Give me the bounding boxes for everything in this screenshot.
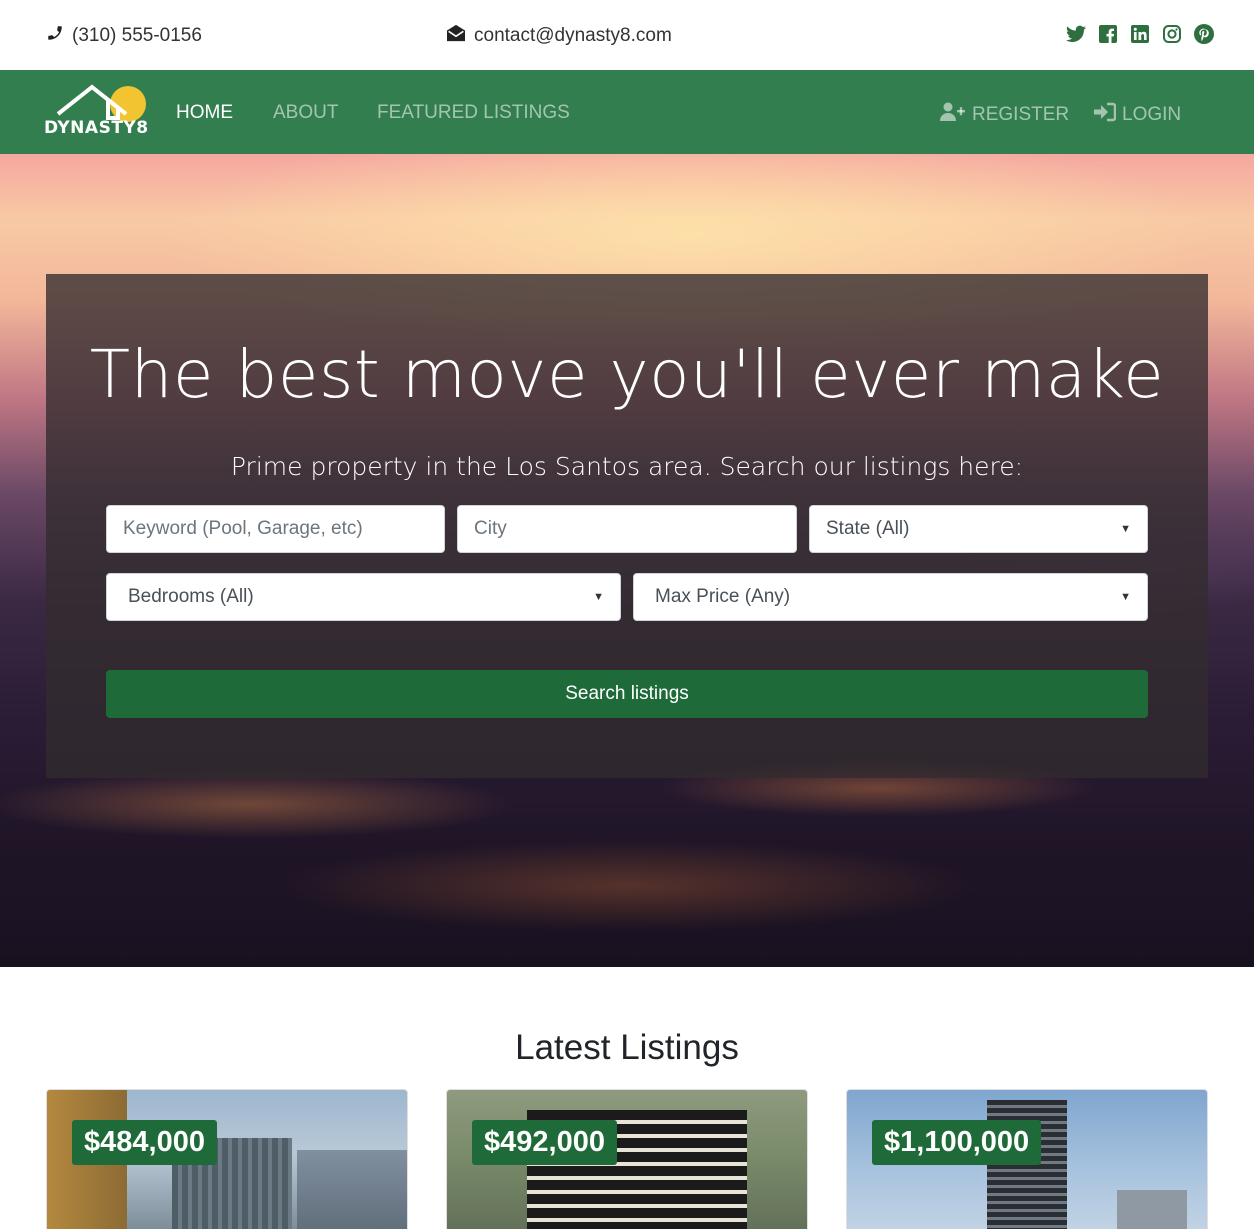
- brand-logo[interactable]: DYNASTY8: [44, 84, 148, 142]
- listing-card[interactable]: $1,100,000: [846, 1089, 1208, 1229]
- city-input[interactable]: City: [457, 505, 797, 553]
- contact-phone: (310) 555-0156: [46, 24, 202, 48]
- listing-price-badge: $1,100,000: [872, 1120, 1042, 1165]
- listing-price-badge: $484,000: [72, 1120, 217, 1165]
- pinterest-icon[interactable]: [1194, 24, 1214, 44]
- max-price-select[interactable]: Max Price (Any) ▼: [633, 573, 1148, 621]
- hero-title: The best move you'll ever make: [89, 336, 1165, 413]
- keyword-placeholder: Keyword (Pool, Garage, etc): [123, 518, 363, 539]
- main-navbar: DYNASTY8 Home About Featured Listings Re…: [0, 70, 1254, 154]
- caret-down-icon: ▼: [1120, 523, 1131, 535]
- city-placeholder: City: [474, 518, 507, 539]
- state-select[interactable]: State (All) ▼: [809, 505, 1148, 553]
- listing-price-badge: $492,000: [472, 1120, 617, 1165]
- nav-register[interactable]: Register: [940, 102, 1069, 128]
- listing-photo-mountain: [297, 1150, 407, 1229]
- latest-listings-heading: Latest Listings: [515, 1028, 739, 1067]
- register-label: Register: [972, 104, 1070, 125]
- instagram-icon[interactable]: [1162, 24, 1182, 44]
- listing-photo-building: [1117, 1190, 1187, 1229]
- envelope-open-icon: [446, 24, 466, 48]
- nav-featured-listings[interactable]: Featured Listings: [377, 102, 570, 124]
- linkedin-icon[interactable]: [1130, 24, 1150, 44]
- contact-bar: (310) 555-0156 contact@dynasty8.com: [0, 0, 1254, 70]
- bedrooms-select[interactable]: Bedrooms (All) ▼: [106, 573, 621, 621]
- twitter-icon[interactable]: [1066, 24, 1086, 44]
- sign-in-icon: [1094, 102, 1117, 128]
- brand-name: DYNASTY8: [44, 118, 149, 138]
- hero-section: The best move you'll ever make Prime pro…: [0, 154, 1254, 967]
- email-address[interactable]: contact@dynasty8.com: [474, 25, 672, 47]
- social-links: [1066, 24, 1214, 44]
- search-panel: The best move you'll ever make Prime pro…: [46, 274, 1208, 778]
- hero-subtitle: Prime property in the Los Santos area. S…: [230, 452, 1024, 481]
- search-listings-button[interactable]: Search listings: [106, 670, 1148, 718]
- user-plus-icon: [940, 102, 966, 128]
- contact-email[interactable]: contact@dynasty8.com: [446, 24, 672, 48]
- login-label: Login: [1122, 104, 1182, 125]
- price-selected-value: Max Price (Any): [655, 586, 791, 607]
- facebook-icon[interactable]: [1098, 24, 1118, 44]
- nav-about[interactable]: About: [273, 102, 338, 124]
- caret-down-icon: ▼: [593, 591, 604, 603]
- listing-card[interactable]: $492,000: [446, 1089, 808, 1229]
- nav-login[interactable]: Login: [1094, 102, 1181, 128]
- nav-home[interactable]: Home: [176, 102, 233, 124]
- phone-icon: [46, 24, 64, 48]
- state-selected-value: State (All): [826, 518, 910, 539]
- caret-down-icon: ▼: [1120, 591, 1131, 603]
- bedrooms-selected-value: Bedrooms (All): [128, 586, 254, 607]
- keyword-input[interactable]: Keyword (Pool, Garage, etc): [106, 505, 445, 553]
- phone-number: (310) 555-0156: [72, 25, 202, 46]
- listing-card[interactable]: $484,000: [46, 1089, 408, 1229]
